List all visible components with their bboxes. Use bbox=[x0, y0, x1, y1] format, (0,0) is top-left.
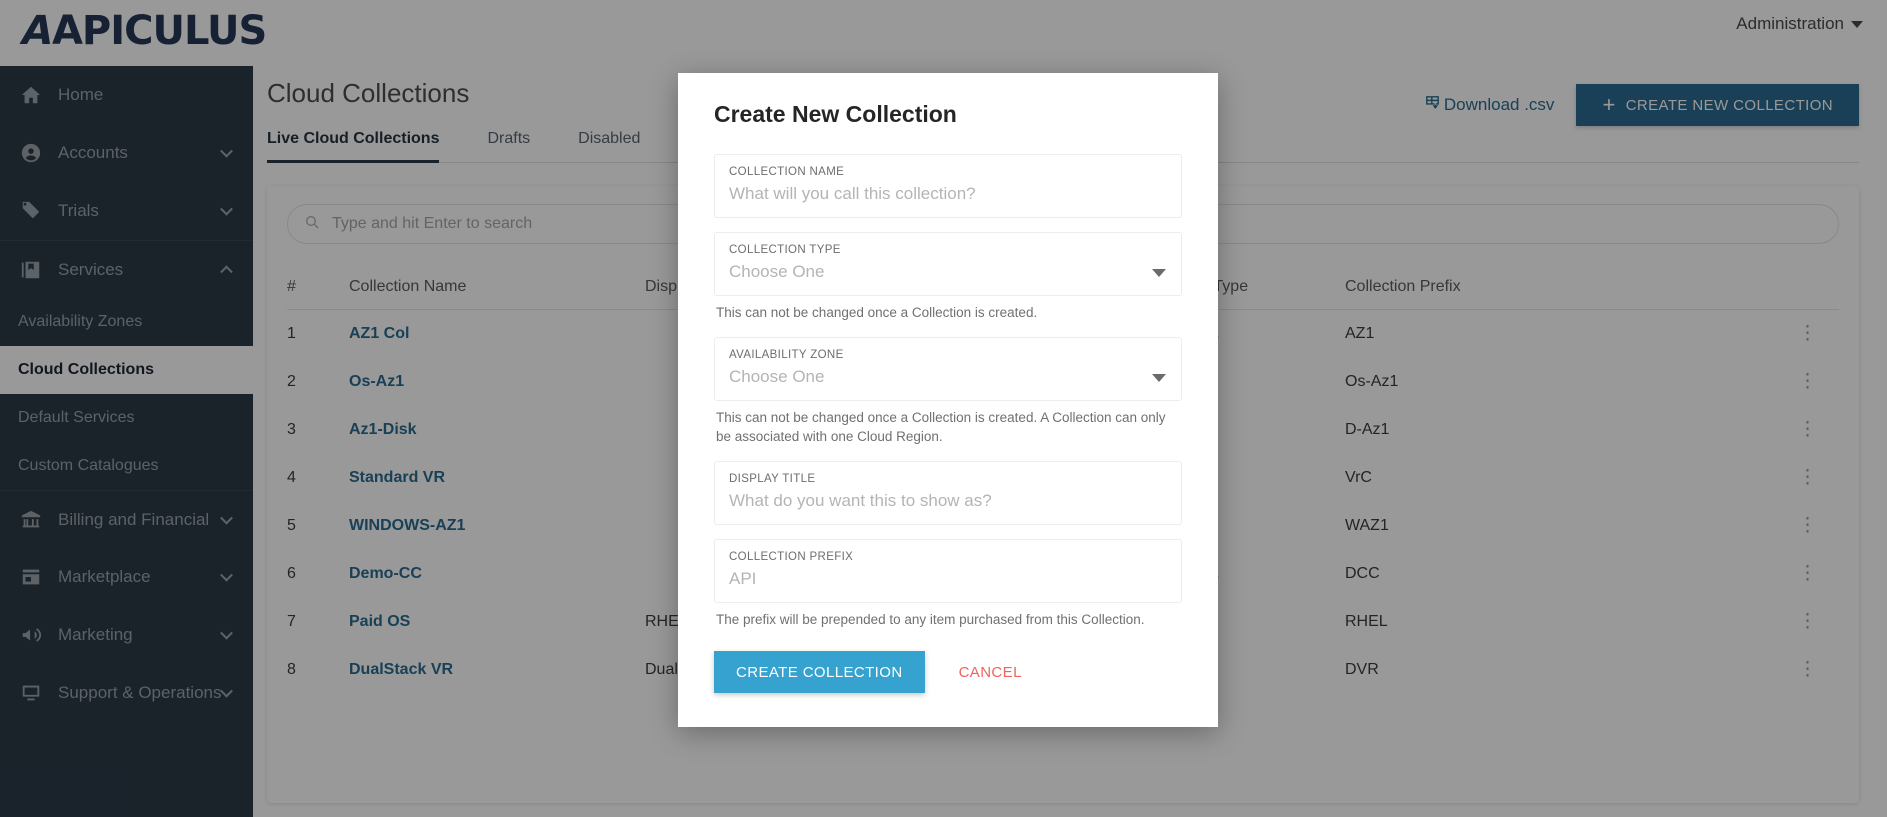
collection-type-select-value[interactable]: Choose One bbox=[729, 262, 1167, 282]
collection-type-field[interactable]: COLLECTION TYPE Choose One bbox=[714, 232, 1182, 296]
collection-type-label: COLLECTION TYPE bbox=[729, 244, 1167, 256]
chevron-down-icon[interactable] bbox=[1152, 269, 1166, 277]
display-title-input[interactable] bbox=[729, 491, 1167, 511]
collection-prefix-helper-text: The prefix will be prepended to any item… bbox=[714, 610, 1182, 630]
availability-zone-helper-text: This can not be changed once a Collectio… bbox=[714, 408, 1182, 447]
collection-prefix-input[interactable] bbox=[729, 569, 1167, 589]
collection-type-helper-text: This can not be changed once a Collectio… bbox=[714, 303, 1182, 323]
availability-zone-label: AVAILABILITY ZONE bbox=[729, 349, 1167, 361]
collection-name-input[interactable] bbox=[729, 184, 1167, 204]
create-collection-button[interactable]: CREATE COLLECTION bbox=[714, 651, 925, 693]
modal-actions: CREATE COLLECTION CANCEL bbox=[714, 651, 1182, 693]
collection-name-field[interactable]: COLLECTION NAME bbox=[714, 154, 1182, 218]
display-title-label: DISPLAY TITLE bbox=[729, 473, 1167, 485]
app-root: AAPICULUS Administration Home Accounts T… bbox=[0, 0, 1887, 817]
availability-zone-field[interactable]: AVAILABILITY ZONE Choose One bbox=[714, 337, 1182, 401]
create-new-collection-modal: Create New Collection COLLECTION NAME CO… bbox=[678, 73, 1218, 727]
availability-zone-select-value[interactable]: Choose One bbox=[729, 367, 1167, 387]
modal-title: Create New Collection bbox=[714, 101, 1182, 128]
display-title-field[interactable]: DISPLAY TITLE bbox=[714, 461, 1182, 525]
chevron-down-icon[interactable] bbox=[1152, 374, 1166, 382]
collection-prefix-label: COLLECTION PREFIX bbox=[729, 551, 1167, 563]
collection-name-label: COLLECTION NAME bbox=[729, 166, 1167, 178]
collection-prefix-field[interactable]: COLLECTION PREFIX bbox=[714, 539, 1182, 603]
cancel-button[interactable]: CANCEL bbox=[959, 664, 1022, 681]
